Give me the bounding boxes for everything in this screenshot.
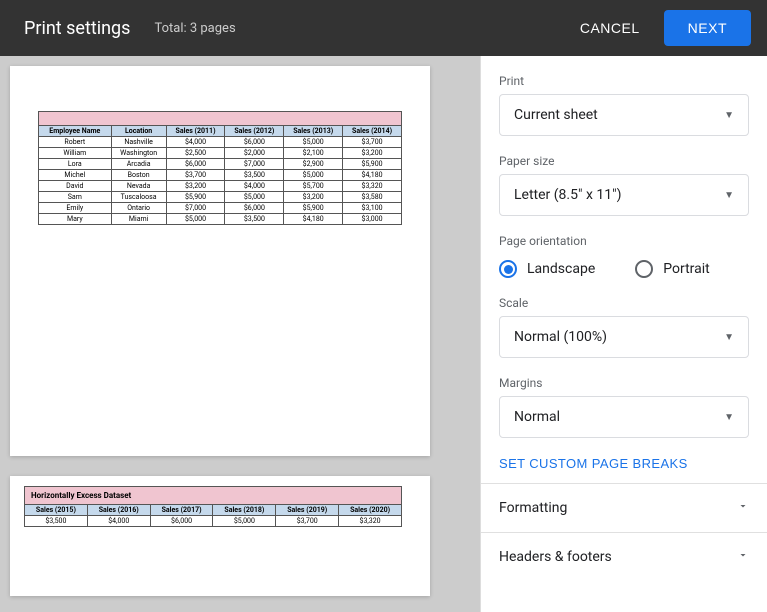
headers-footers-expander[interactable]: Headers & footers [481,533,767,581]
landscape-radio[interactable]: Landscape [499,260,595,278]
radio-unchecked-icon [635,260,653,278]
formatting-expander[interactable]: Formatting [481,484,767,532]
preview-page-1: Employee NameLocationSales (2011)Sales (… [10,66,430,456]
radio-checked-icon [499,260,517,278]
margins-label: Margins [499,376,749,390]
preview-table-2: Sales (2015)Sales (2016)Sales (2017)Sale… [24,504,402,527]
dataset-title: Horizontally Excess Dataset [24,486,402,504]
page-title: Print settings [24,18,130,39]
next-button[interactable]: NEXT [664,10,751,46]
total-pages: Total: 3 pages [154,21,235,36]
portrait-radio[interactable]: Portrait [635,260,709,278]
custom-page-breaks-button[interactable]: SET CUSTOM PAGE BREAKS [481,456,706,483]
settings-sidebar: Print Current sheet ▼ Paper size Letter … [480,56,767,612]
print-select[interactable]: Current sheet ▼ [499,94,749,136]
scale-select[interactable]: Normal (100%) ▼ [499,316,749,358]
paper-size-select[interactable]: Letter (8.5" x 11") ▼ [499,174,749,216]
preview-page-2: Horizontally Excess Dataset Sales (2015)… [10,476,430,596]
header-bar: Print settings Total: 3 pages CANCEL NEX… [0,0,767,56]
cancel-button[interactable]: CANCEL [564,10,656,46]
chevron-down-icon [737,500,749,516]
chevron-down-icon [737,549,749,565]
scale-label: Scale [499,296,749,310]
chevron-down-icon: ▼ [724,190,734,201]
print-label: Print [499,74,749,88]
paper-size-label: Paper size [499,154,749,168]
chevron-down-icon: ▼ [724,412,734,423]
chevron-down-icon: ▼ [724,332,734,343]
preview-table-1: Employee NameLocationSales (2011)Sales (… [38,111,402,225]
chevron-down-icon: ▼ [724,110,734,121]
print-preview-area[interactable]: Employee NameLocationSales (2011)Sales (… [0,56,480,612]
orientation-label: Page orientation [499,234,749,248]
margins-select[interactable]: Normal ▼ [499,396,749,438]
